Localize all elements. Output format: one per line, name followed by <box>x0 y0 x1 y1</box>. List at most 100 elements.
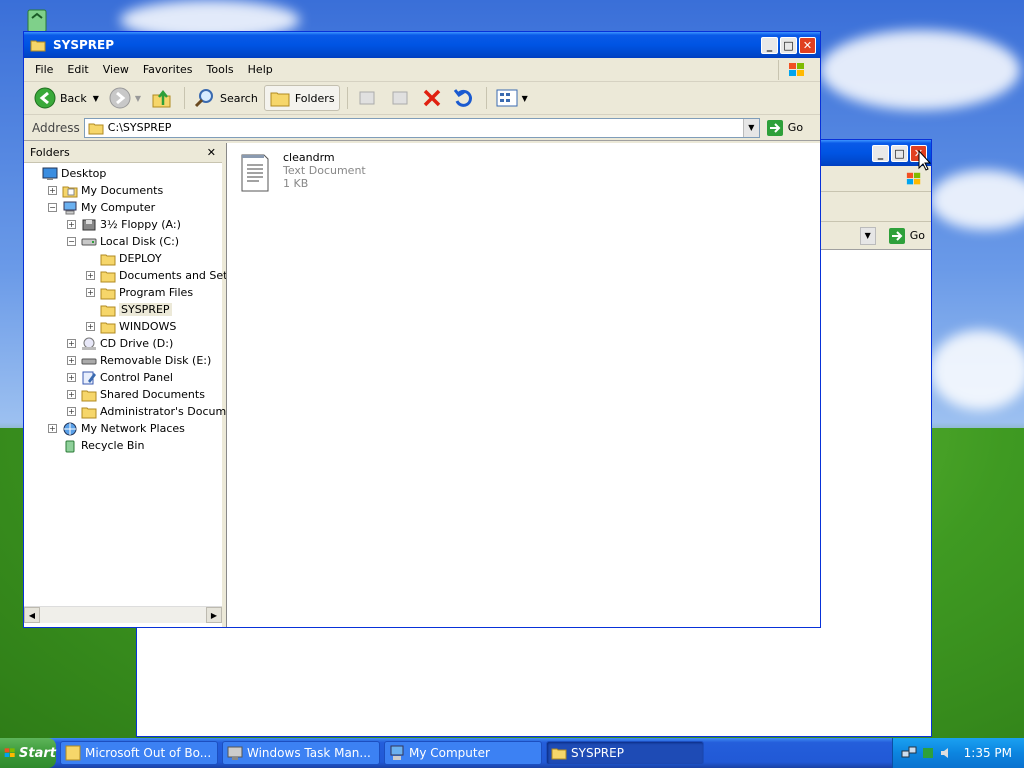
expand-icon[interactable]: + <box>67 373 76 382</box>
up-button[interactable] <box>147 85 177 111</box>
tree-item[interactable]: + Control Panel <box>67 369 173 386</box>
cd-drive-icon <box>81 337 97 351</box>
undo-button[interactable] <box>449 85 479 111</box>
back-button[interactable]: Back ▼ <box>30 85 103 111</box>
back-window-go-button[interactable]: Go <box>888 227 925 245</box>
expand-icon[interactable]: + <box>67 356 76 365</box>
file-item-cleandrm[interactable]: cleandrm Text Document 1 KB <box>239 151 366 193</box>
window-titlebar[interactable]: SYSPREP _ □ ✕ <box>24 32 820 58</box>
task-manager-icon <box>227 746 243 760</box>
tree-item[interactable]: + My Network Places <box>48 420 185 437</box>
maximize-button[interactable]: □ <box>780 36 797 54</box>
tree-item[interactable]: − Local Disk (C:) <box>67 233 179 250</box>
search-button[interactable]: Search <box>190 85 262 111</box>
windows-flag-icon <box>778 60 814 80</box>
tree-item[interactable]: + Program Files <box>86 284 193 301</box>
menu-favorites[interactable]: Favorites <box>136 61 200 78</box>
expand-icon[interactable]: + <box>67 339 76 348</box>
tree-item-label: WINDOWS <box>119 320 177 333</box>
task-my-computer[interactable]: My Computer <box>384 741 542 765</box>
menu-view[interactable]: View <box>96 61 136 78</box>
tree-item[interactable]: − My Computer <box>48 199 155 216</box>
back-window-maximize-button[interactable]: □ <box>891 144 908 162</box>
collapse-icon[interactable]: − <box>48 203 57 212</box>
task-task-manager[interactable]: Windows Task Man... <box>222 741 380 765</box>
address-dropdown-button[interactable]: ▼ <box>742 118 759 137</box>
my-documents-icon <box>62 184 78 198</box>
expand-icon[interactable]: + <box>86 322 95 331</box>
expand-icon[interactable]: + <box>67 390 76 399</box>
menu-edit[interactable]: Edit <box>60 61 95 78</box>
tree-item[interactable]: Recycle Bin <box>48 437 144 454</box>
folders-button[interactable]: Folders <box>263 85 340 111</box>
move-to-button[interactable] <box>353 85 383 111</box>
expand-icon[interactable]: + <box>67 220 76 229</box>
address-input[interactable]: C:\SYSPREP ▼ <box>83 117 760 138</box>
tree-item[interactable]: +3½ Floppy (A:) <box>67 216 181 233</box>
back-window-go-label: Go <box>909 229 925 242</box>
start-button[interactable]: Start <box>0 738 56 768</box>
address-value: C:\SYSPREP <box>107 121 172 134</box>
task-oobe[interactable]: Microsoft Out of Bo... <box>60 741 218 765</box>
menu-file[interactable]: File <box>28 61 60 78</box>
delete-button[interactable] <box>417 85 447 111</box>
tree-item[interactable]: + Removable Disk (E:) <box>67 352 211 369</box>
network-icon[interactable] <box>901 746 917 760</box>
copy-to-button[interactable] <box>385 85 415 111</box>
go-label: Go <box>787 121 804 134</box>
expand-icon[interactable]: + <box>48 186 57 195</box>
file-list[interactable]: cleandrm Text Document 1 KB <box>226 143 820 627</box>
task-sysprep[interactable]: SYSPREP <box>546 741 704 765</box>
folders-pane: Folders ✕ Desktop + My Documents − My Comput… <box>24 143 255 627</box>
status-green-icon[interactable] <box>920 746 936 760</box>
forward-dropdown-icon[interactable]: ▼ <box>135 94 141 103</box>
tree-item-label: 3½ Floppy (A:) <box>100 218 181 231</box>
tree-item[interactable]: SYSPREP <box>86 301 172 318</box>
expand-icon[interactable]: + <box>86 271 95 280</box>
clock[interactable]: 1:35 PM <box>964 746 1012 760</box>
tree-item[interactable]: DEPLOY <box>86 250 162 267</box>
folder-icon <box>100 303 116 317</box>
folder-icon <box>81 388 97 402</box>
expand-icon[interactable]: + <box>48 424 57 433</box>
back-window-address-dropdown[interactable]: ▼ <box>859 226 876 245</box>
tree-item[interactable]: + My Documents <box>48 182 163 199</box>
folder-icon <box>88 123 104 134</box>
menu-tools[interactable]: Tools <box>200 61 241 78</box>
task-label: Windows Task Man... <box>247 746 371 760</box>
move-to-icon <box>359 91 375 105</box>
scroll-right-arrow-icon[interactable]: ▶ <box>206 607 222 623</box>
cloud <box>820 30 1020 110</box>
file-name: cleandrm <box>283 151 335 164</box>
tree-item-label: DEPLOY <box>119 252 162 265</box>
back-arrow-icon <box>34 87 56 109</box>
tree-item[interactable]: + CD Drive (D:) <box>67 335 173 352</box>
back-dropdown-icon[interactable]: ▼ <box>93 94 99 103</box>
tree-item[interactable]: + Administrator's Documents <box>67 403 250 420</box>
views-dropdown-icon[interactable]: ▼ <box>522 94 528 103</box>
tree-item[interactable]: + WINDOWS <box>86 318 176 335</box>
back-window-minimize-button[interactable]: _ <box>872 144 889 162</box>
close-button[interactable]: ✕ <box>799 36 816 54</box>
collapse-icon[interactable]: − <box>67 237 76 246</box>
toolbar: Back ▼ ▼ Search Folders ▼ <box>24 82 820 115</box>
expand-icon[interactable]: + <box>86 288 95 297</box>
undo-icon <box>453 89 472 107</box>
folders-horizontal-scrollbar[interactable]: ◀ ▶ <box>24 606 222 623</box>
tree-item-label: My Documents <box>81 184 164 197</box>
scroll-left-arrow-icon[interactable]: ◀ <box>24 607 40 623</box>
sysprep-window[interactable]: SYSPREP _ □ ✕ File Edit View Favorites T… <box>23 31 821 628</box>
recycle-bin-icon[interactable] <box>22 4 54 34</box>
recycle-bin-icon <box>62 439 78 453</box>
tree-item[interactable]: + Shared Documents <box>67 386 205 403</box>
speaker-icon[interactable] <box>939 746 955 760</box>
menu-help[interactable]: Help <box>241 61 280 78</box>
folders-pane-close-button[interactable]: ✕ <box>207 146 216 159</box>
tree-item[interactable]: Desktop <box>28 165 106 182</box>
forward-button[interactable]: ▼ <box>105 85 145 111</box>
go-button[interactable]: Go <box>766 119 803 137</box>
minimize-button[interactable]: _ <box>761 36 778 54</box>
views-button[interactable]: ▼ <box>492 85 532 111</box>
explorer-content: Folders ✕ Desktop + My Documents − My Comput… <box>24 143 820 627</box>
expand-icon[interactable]: + <box>67 407 76 416</box>
